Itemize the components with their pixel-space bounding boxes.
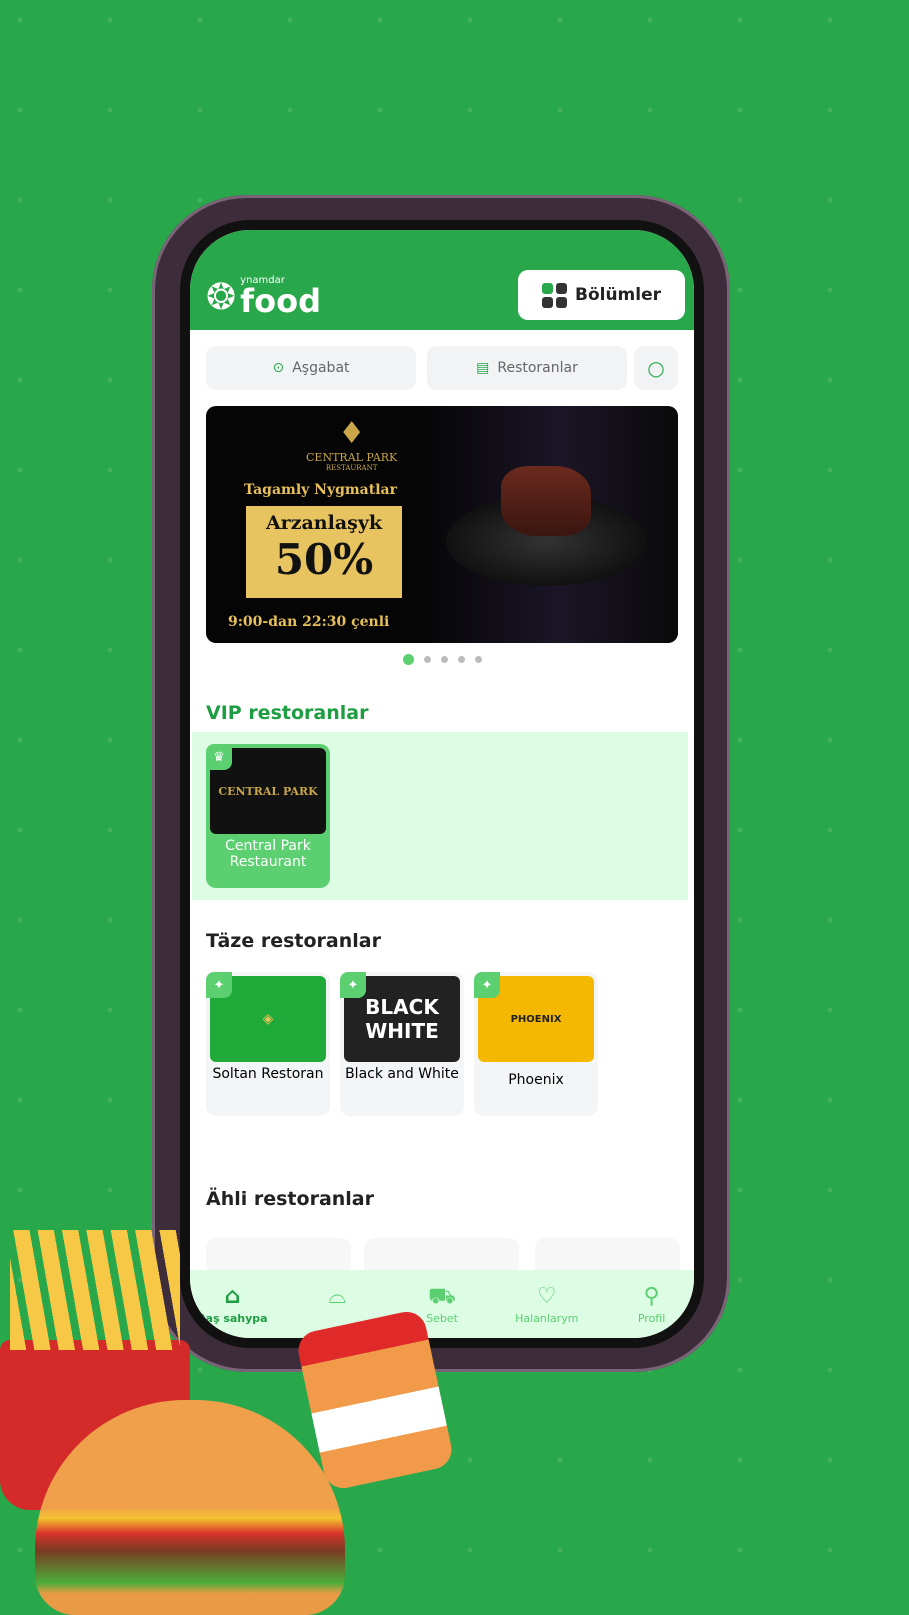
crown-icon: ♛ bbox=[206, 744, 232, 770]
vip-title: VIP restoranlar bbox=[206, 702, 369, 724]
store-icon: ▤ bbox=[476, 360, 490, 376]
home-icon: ⌂ bbox=[224, 1284, 241, 1309]
food-image bbox=[501, 466, 591, 536]
banner-logo: ♦ CENTRAL PARK RESTAURANT bbox=[306, 416, 398, 472]
category-label: Restoranlar bbox=[497, 360, 578, 376]
fries-decoration bbox=[10, 1230, 180, 1350]
phone-screen: ❂ ynamdar food Bölümler ⊙ Aşgabat ▤ Restoran… bbox=[180, 220, 704, 1348]
user-icon: ⚲ bbox=[643, 1284, 660, 1309]
restaurant-name: Phoenix bbox=[508, 1072, 564, 1088]
sparkle-icon: ✦ bbox=[340, 972, 366, 998]
search-button[interactable]: ○ bbox=[634, 346, 678, 390]
search-icon: ○ bbox=[647, 356, 665, 380]
restaurant-card[interactable]: ◈ ✦ Soltan Restoran bbox=[206, 972, 330, 1116]
banner-hours: 9:00-dan 22:30 çenli bbox=[228, 614, 390, 630]
carousel-dots[interactable] bbox=[190, 654, 694, 665]
vip-card[interactable]: CENTRAL PARK ♛ Central Park Restaurant bbox=[206, 744, 330, 888]
category-select[interactable]: ▤ Restoranlar bbox=[427, 346, 627, 390]
sections-label: Bölümler bbox=[574, 285, 662, 305]
restaurant-card[interactable]: BLACK WHITE ✦ Black and White bbox=[340, 972, 464, 1116]
restaurant-name: Black and White bbox=[345, 1066, 459, 1082]
sparkle-icon: ✦ bbox=[206, 972, 232, 998]
bottom-nav: ⌂ Baş sahypa ⌓ ⛟ Sebet ♡ Halanlarym ⚲ Profil bbox=[190, 1270, 694, 1338]
fresh-title: Täze restoranlar bbox=[206, 930, 381, 952]
cart-icon: ⛟ bbox=[428, 1284, 456, 1309]
app-header: ❂ ynamdar food Bölümler bbox=[190, 230, 694, 330]
restaurant-name: Soltan Restoran bbox=[212, 1066, 324, 1082]
city-select[interactable]: ⊙ Aşgabat bbox=[206, 346, 416, 390]
heart-icon: ♡ bbox=[536, 1284, 557, 1309]
logo-big: food bbox=[240, 282, 321, 320]
sections-button[interactable]: Bölümler bbox=[518, 270, 685, 320]
restaurant-name: Central Park Restaurant bbox=[225, 838, 311, 870]
cloche-icon: ⌓ bbox=[328, 1284, 346, 1309]
grid-icon bbox=[541, 282, 567, 308]
popular-title: Ähli restoranlar bbox=[206, 1188, 374, 1210]
restaurant-card[interactable]: PHOENIX ✦ Phoenix bbox=[474, 972, 598, 1116]
location-pin-icon: ⊙ bbox=[272, 360, 285, 376]
sparkle-icon: ✦ bbox=[474, 972, 500, 998]
banner-title: Tagamly Nygmatlar bbox=[244, 482, 397, 498]
promo-banner[interactable]: ♦ CENTRAL PARK RESTAURANT Tagamly Nygmatla… bbox=[206, 406, 678, 643]
logo: ❂ ynamdar food bbox=[206, 275, 321, 320]
nav-favorites[interactable]: ♡ Halanlarym bbox=[502, 1284, 592, 1338]
city-label: Aşgabat bbox=[292, 360, 350, 376]
discount-box: Arzanlaşyk 50% bbox=[246, 506, 402, 598]
